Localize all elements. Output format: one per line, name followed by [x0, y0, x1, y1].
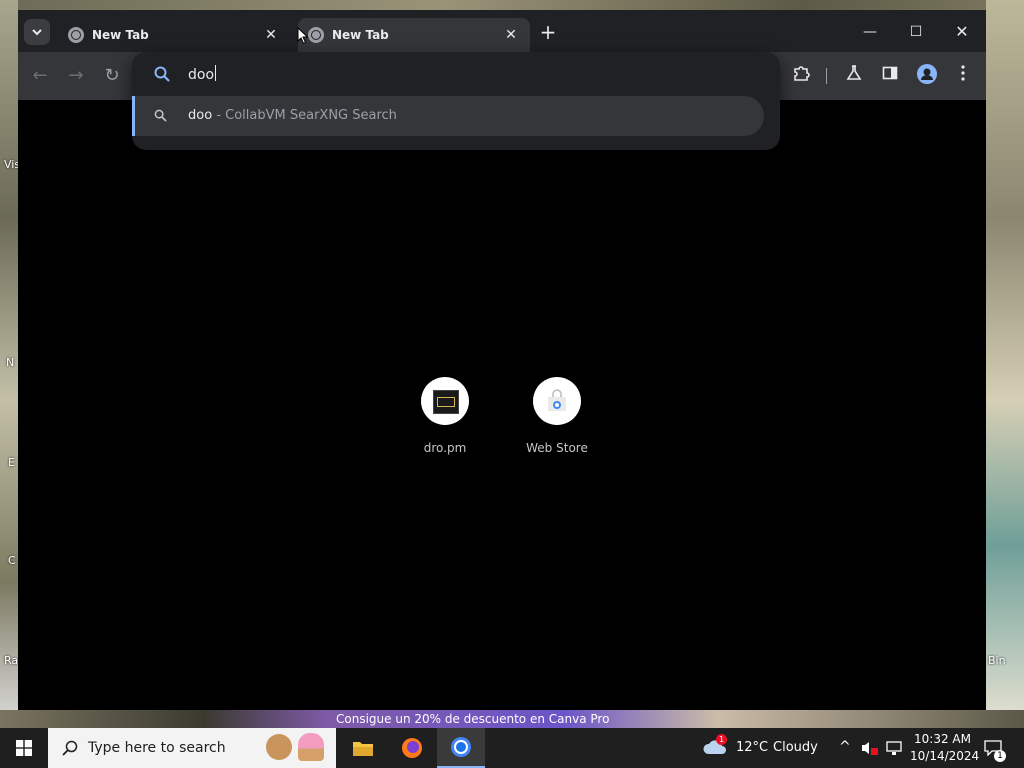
- extensions-button[interactable]: [789, 64, 813, 88]
- new-tab-button[interactable]: +: [538, 22, 558, 42]
- taskbar-search-box[interactable]: Type here to search: [48, 728, 336, 768]
- weather-condition[interactable]: Cloudy: [773, 740, 818, 755]
- search-icon: [154, 66, 170, 82]
- ad-text: Consigue un 20% de descuento en Canva Pr…: [336, 712, 610, 726]
- close-tab-icon[interactable]: ✕: [260, 27, 282, 43]
- chrome-icon: [451, 737, 471, 757]
- tab-new-tab-2[interactable]: New Tab ✕: [298, 18, 530, 52]
- shortcut-icon-circle: [533, 377, 581, 425]
- firefox-button[interactable]: [389, 728, 435, 768]
- shortcut-label: Web Store: [526, 441, 588, 455]
- tab-title: New Tab: [92, 28, 149, 42]
- omnibox-suggestion[interactable]: doo - CollabVM SearXNG Search: [132, 96, 764, 136]
- folder-icon: [353, 742, 373, 756]
- forward-button[interactable]: →: [64, 64, 88, 88]
- kebab-menu-icon: [961, 65, 965, 81]
- start-button[interactable]: [0, 728, 48, 768]
- puzzle-icon: [794, 66, 810, 81]
- shortcut-label: dro.pm: [423, 441, 467, 455]
- tab-strip: New Tab ✕ New Tab ✕ + — ☐ ✕: [18, 10, 986, 52]
- taskbar: Type here to search 1 12°C Cloudy ^ 10:3…: [0, 728, 1024, 768]
- desktop-icon-label[interactable]: E: [8, 456, 15, 469]
- desktop-icon-label[interactable]: C: [8, 554, 16, 567]
- clock-date[interactable]: 10/14/2024: [910, 749, 979, 763]
- globe-icon: [68, 27, 84, 43]
- side-panel-icon: [882, 66, 898, 80]
- maximize-button[interactable]: ☐: [893, 22, 939, 42]
- tab-title: New Tab: [332, 28, 389, 42]
- labs-button[interactable]: [842, 64, 866, 88]
- desktop-icon-label[interactable]: Bin: [988, 654, 1006, 667]
- reload-button[interactable]: ↻: [100, 64, 124, 88]
- mouse-cursor-icon: [297, 27, 309, 45]
- back-button[interactable]: ←: [28, 64, 52, 88]
- search-icon: [154, 109, 167, 122]
- cupcake-icon: [298, 733, 324, 761]
- shortcut-icon-circle: [421, 377, 469, 425]
- chrome-button[interactable]: [437, 728, 485, 768]
- shortcut-tile[interactable]: Web Store: [512, 377, 602, 455]
- dropm-icon: [433, 390, 459, 414]
- tab-new-tab-1[interactable]: New Tab ✕: [58, 18, 290, 52]
- weather-badge: 1: [716, 734, 727, 745]
- clock-time[interactable]: 10:32 AM: [914, 732, 971, 746]
- windows-logo-icon: [16, 740, 32, 756]
- file-explorer-button[interactable]: [340, 728, 386, 768]
- desktop-ad-banner: Consigue un 20% de descuento en Canva Pr…: [0, 710, 1024, 728]
- desktop-icon-label[interactable]: N: [6, 356, 14, 369]
- tab-search-button[interactable]: [24, 19, 50, 45]
- search-placeholder: Type here to search: [88, 740, 226, 756]
- firefox-icon: [402, 738, 422, 758]
- selection-indicator: [132, 96, 135, 136]
- minimize-button[interactable]: —: [847, 22, 893, 42]
- close-tab-icon[interactable]: ✕: [500, 27, 522, 43]
- omnibox-input[interactable]: doo: [132, 52, 780, 96]
- toolbar-divider: [826, 68, 827, 84]
- search-icon: [62, 740, 78, 756]
- omnibox-dropdown: doo doo - CollabVM SearXNG Search: [132, 52, 780, 150]
- weather-temp[interactable]: 12°C: [736, 740, 768, 755]
- globe-icon: [308, 27, 324, 43]
- desktop-icon-label[interactable]: Ra: [4, 654, 18, 667]
- web-store-icon: [548, 389, 566, 411]
- chevron-down-icon: [32, 29, 42, 36]
- shortcut-tile[interactable]: dro.pm: [400, 377, 490, 455]
- close-window-button[interactable]: ✕: [939, 22, 985, 42]
- profile-button[interactable]: [915, 64, 939, 88]
- menu-button[interactable]: [951, 64, 975, 88]
- desktop-background-right: [986, 0, 1024, 728]
- cookie-icon: [266, 734, 292, 760]
- omnibox-text: doo: [188, 65, 217, 83]
- suggestion-text: doo - CollabVM SearXNG Search: [188, 108, 397, 123]
- volume-muted-icon[interactable]: [861, 741, 879, 755]
- notification-badge: 1: [994, 750, 1006, 762]
- browser-window: New Tab ✕ New Tab ✕ + — ☐ ✕ ← → ↻ doo do…: [18, 10, 986, 710]
- side-panel-button[interactable]: [878, 64, 902, 88]
- flask-icon: [846, 65, 862, 80]
- avatar-icon: [917, 64, 937, 84]
- show-hidden-icons-button[interactable]: ^: [839, 739, 851, 755]
- network-icon[interactable]: [886, 740, 902, 756]
